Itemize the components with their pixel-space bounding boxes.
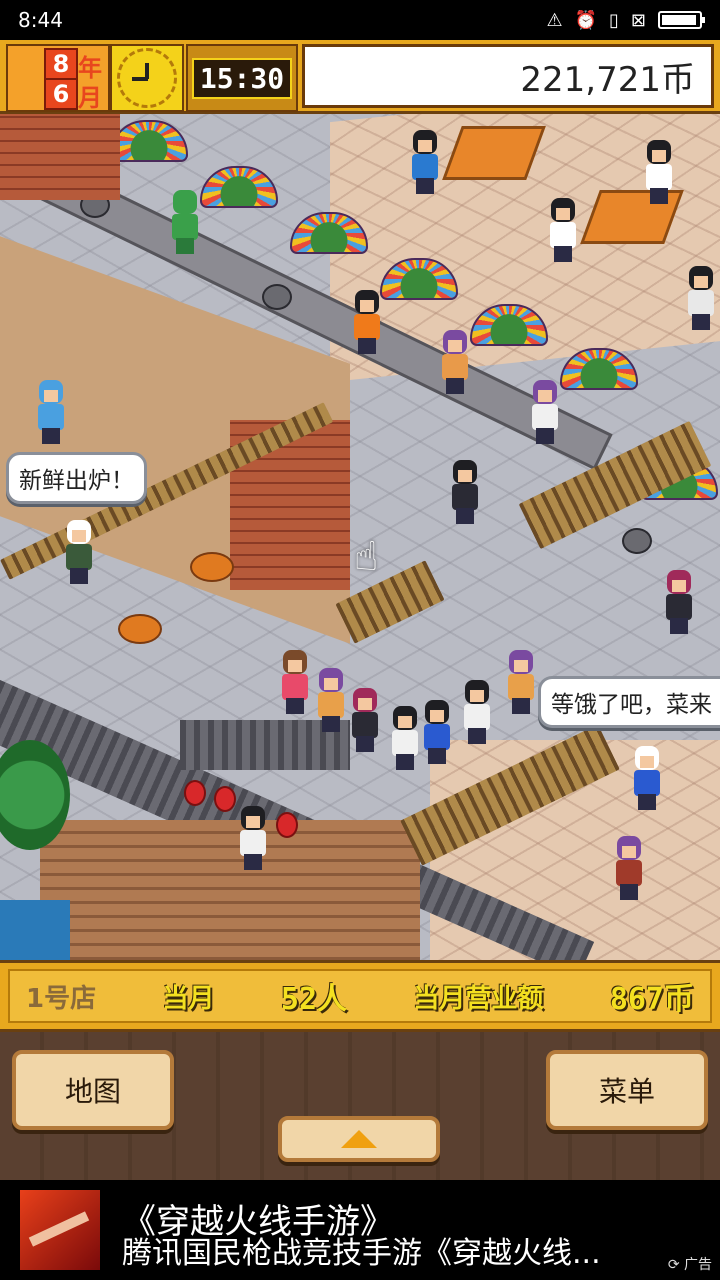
customer[interactable] — [548, 198, 578, 262]
month-label: 当月 — [162, 983, 215, 1014]
customer[interactable] — [410, 130, 440, 194]
brick-wall — [0, 110, 120, 200]
customer[interactable] — [530, 380, 560, 444]
stool — [622, 528, 652, 554]
shop-info-bar[interactable]: 1号店 当月 52人 当月营业额 867币 — [0, 960, 720, 1032]
flower-planter — [110, 120, 188, 162]
roast-dish — [190, 552, 234, 582]
roast-dish — [118, 614, 162, 644]
customer[interactable] — [644, 140, 674, 204]
customer[interactable] — [280, 650, 310, 714]
water — [0, 900, 70, 960]
customer[interactable] — [350, 688, 380, 752]
revenue-label: 当月营业额 — [413, 983, 544, 1014]
customer-frog-costume[interactable] — [170, 190, 200, 254]
customer[interactable] — [614, 836, 644, 900]
customer[interactable] — [390, 706, 420, 770]
customer-count: 52人 — [280, 982, 348, 1017]
money-display: 221,721币 — [302, 44, 714, 108]
bottom-menu: 地图 菜单 — [0, 1032, 720, 1180]
ad-tag-text: 广告 — [684, 1257, 712, 1273]
month-unit: 月 — [78, 84, 102, 112]
flower-planter — [200, 166, 278, 208]
expand-button[interactable] — [278, 1116, 440, 1162]
ad-tag: ⟳ 广告 — [667, 1257, 712, 1273]
year-value: 8 — [44, 48, 78, 80]
hand-pointer-icon: ☝ — [354, 534, 379, 580]
customer[interactable] — [238, 806, 268, 870]
vibrate-icon: ▯ — [609, 9, 619, 31]
game-time: 15:30 — [186, 44, 298, 112]
lantern — [184, 780, 206, 806]
customer[interactable] — [352, 290, 382, 354]
lantern — [214, 786, 236, 812]
lantern — [276, 812, 298, 838]
revenue-value: 867币 — [609, 982, 694, 1017]
chef-speech-bubble: 新鲜出炉！ — [6, 452, 147, 504]
status-icons: ⚠ ⏰ ▯ ⊠ — [546, 9, 705, 31]
status-bar: 8:44 ⚠ ⏰ ▯ ⊠ — [0, 0, 720, 40]
waiter[interactable] — [450, 460, 480, 524]
ad-thumbnail[interactable] — [20, 1190, 100, 1270]
cook[interactable] — [64, 520, 94, 584]
customer[interactable] — [462, 680, 492, 744]
waiter[interactable] — [632, 746, 662, 810]
wooden-deck — [40, 820, 420, 960]
month-value: 6 — [44, 78, 78, 110]
shop-name: 1号店 — [26, 983, 97, 1014]
sim-icon: ⊠ — [630, 9, 646, 31]
customer-speech-bubble: 等饿了吧，菜来 — [538, 676, 720, 728]
alert-icon: ⚠ — [546, 9, 563, 31]
date-panel: 8 年 6 月 — [6, 44, 110, 112]
customer[interactable] — [686, 266, 716, 330]
game-time-text: 15:30 — [191, 57, 293, 99]
map-button[interactable]: 地图 — [12, 1050, 174, 1130]
fence — [335, 560, 445, 644]
menu-button[interactable]: 菜单 — [546, 1050, 708, 1130]
chef[interactable] — [36, 380, 66, 444]
customer[interactable] — [664, 570, 694, 634]
restaurant-scene[interactable]: ☝ 新鲜出炉！ 等饿了吧，菜来 — [0, 40, 720, 960]
customer[interactable] — [506, 650, 536, 714]
alarm-icon: ⏰ — [574, 9, 597, 31]
battery-icon — [658, 11, 705, 29]
customer[interactable] — [422, 700, 452, 764]
customer[interactable] — [316, 668, 346, 732]
ad-description[interactable]: 腾讯国民枪战竞技手游《穿越火线... — [122, 1228, 601, 1272]
customer[interactable] — [440, 330, 470, 394]
stool — [262, 284, 292, 310]
clock-icon — [110, 44, 184, 112]
ad-banner[interactable]: 《穿越火线手游》 腾讯国民枪战竞技手游《穿越火线... ⟳ 广告 — [0, 1180, 720, 1280]
status-time: 8:44 — [18, 8, 63, 32]
top-hud: 8 年 6 月 15:30 221,721币 — [0, 40, 720, 114]
rifle-icon — [28, 1211, 90, 1247]
up-arrow-icon — [341, 1130, 377, 1148]
